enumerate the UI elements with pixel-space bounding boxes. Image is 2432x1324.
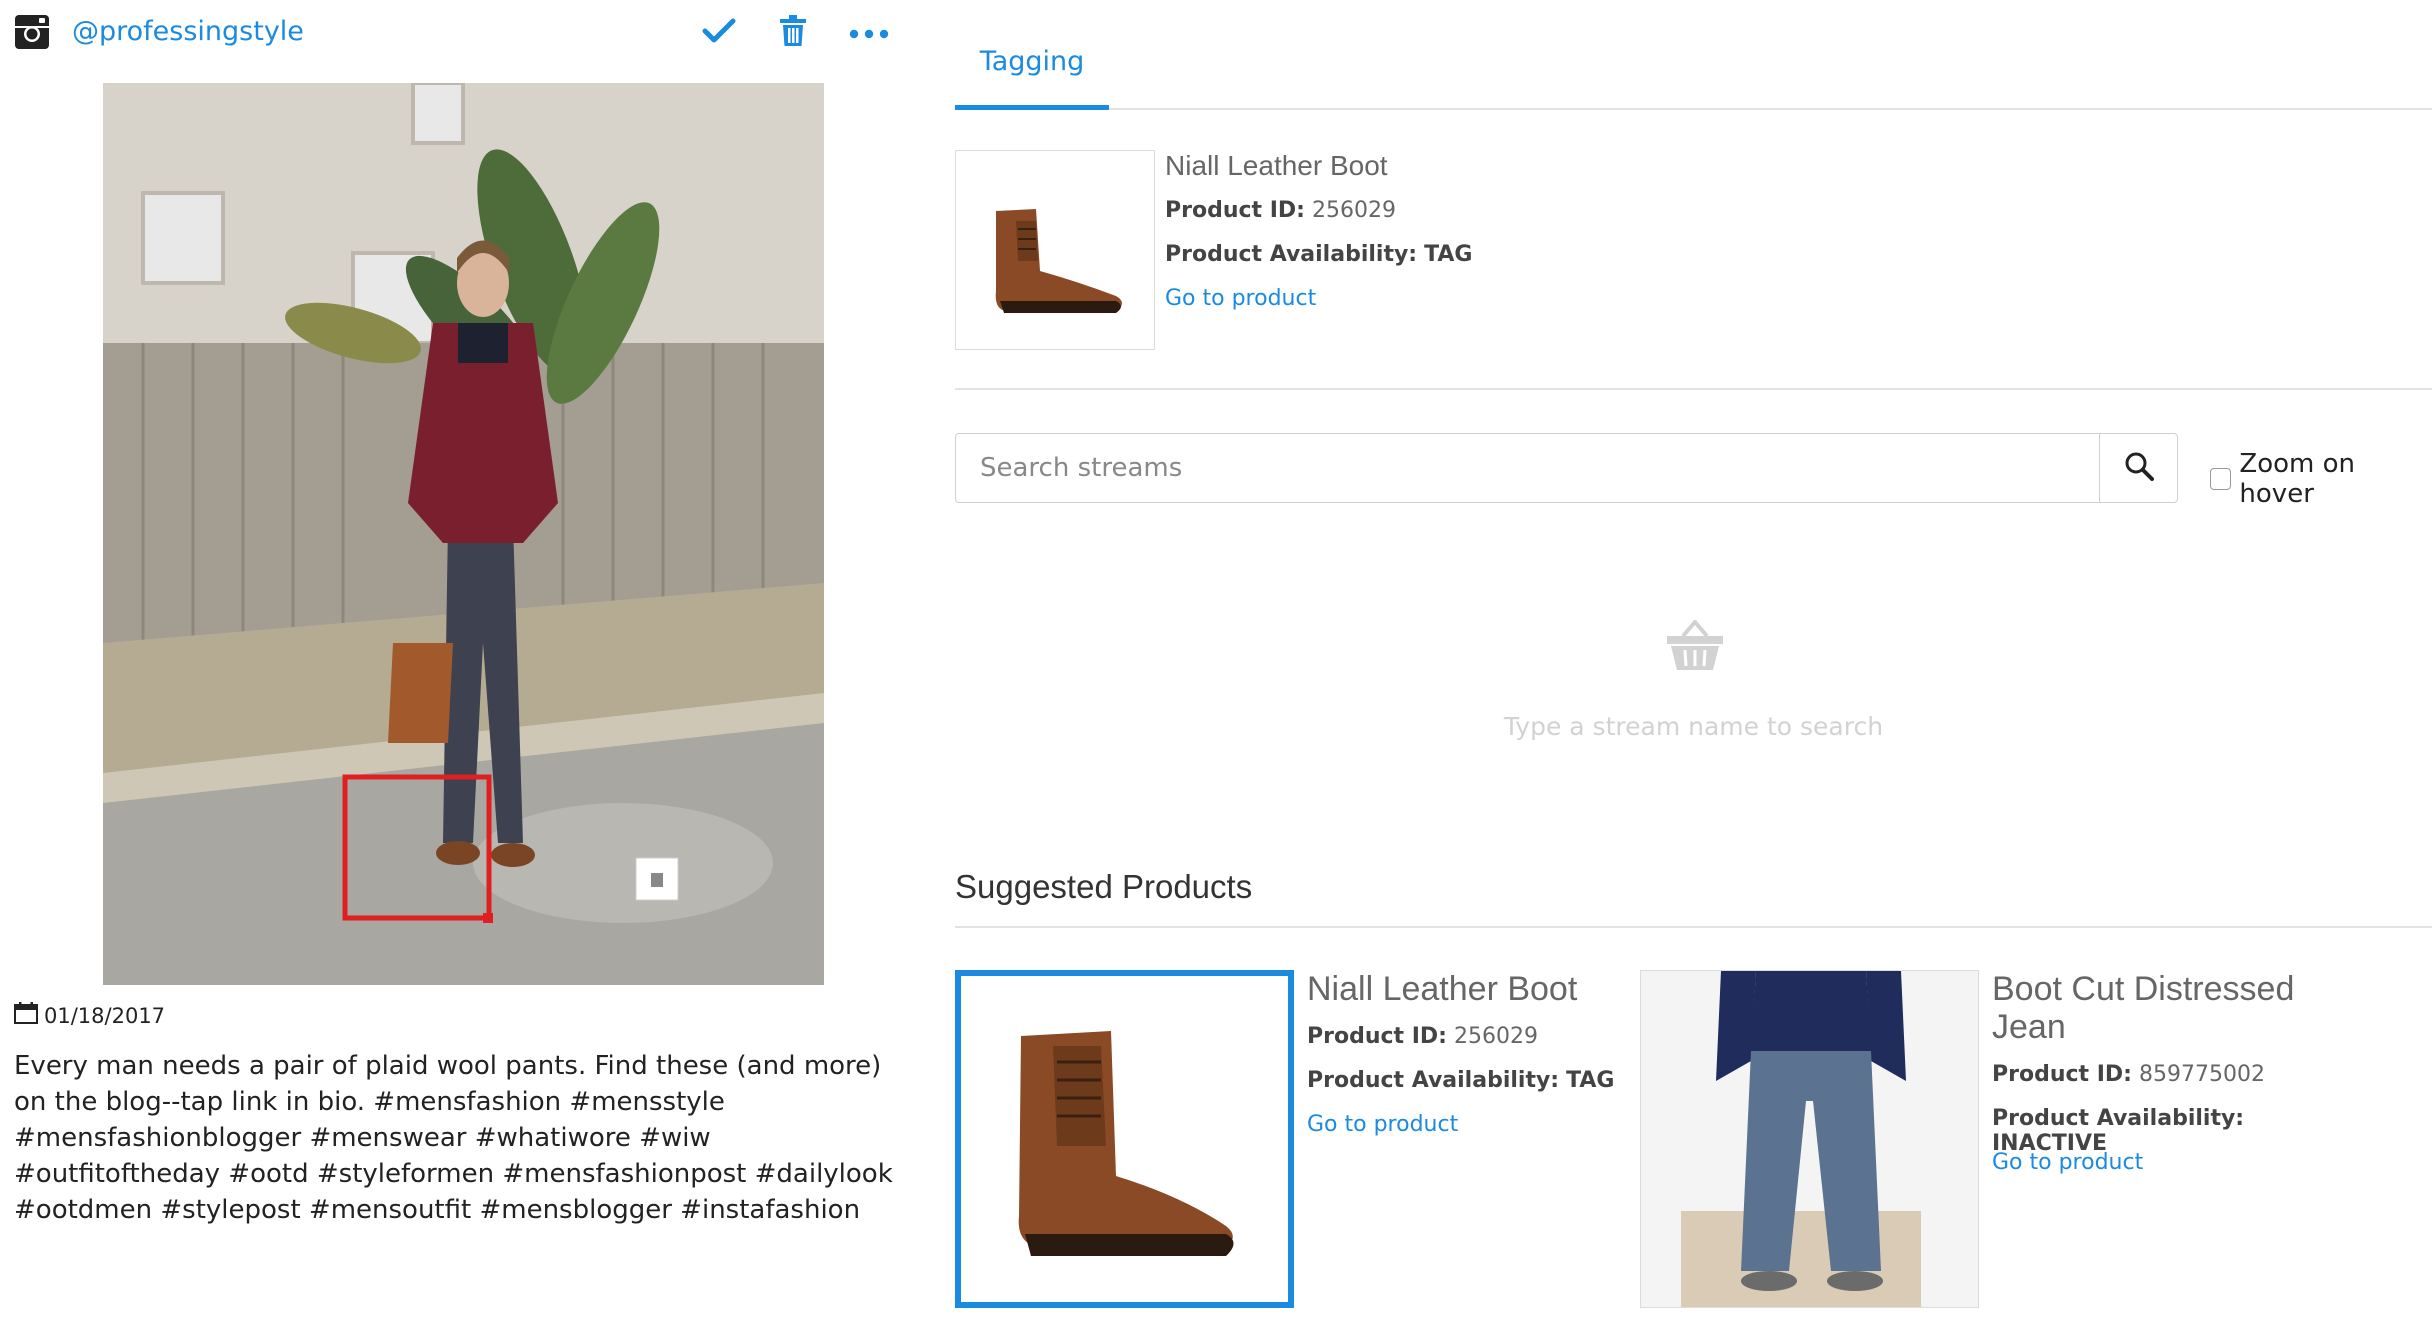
suggested-product-id: Product ID: 859775002: [1992, 1062, 2265, 1087]
search-button[interactable]: [2099, 434, 2177, 502]
product-id-value: 256029: [1453, 1024, 1538, 1049]
account-handle-link[interactable]: @professingstyle: [72, 16, 304, 47]
suggested-product-card[interactable]: Niall Leather Boot Product ID: 256029 Pr…: [955, 970, 1635, 1310]
post-caption: Every man needs a pair of plaid wool pan…: [14, 1051, 893, 1225]
zoom-on-hover-toggle[interactable]: Zoom on hover: [2210, 449, 2432, 509]
check-icon: [702, 17, 736, 49]
availability-value: TAG: [1566, 1068, 1615, 1093]
calendar-icon: [14, 1002, 38, 1029]
suggested-product-image[interactable]: [955, 970, 1294, 1308]
empty-state-message: Type a stream name to search: [1503, 712, 1884, 741]
post-photo[interactable]: [103, 83, 824, 985]
search-box: [955, 433, 2178, 503]
tagged-product-id: Product ID: 256029: [1165, 198, 1396, 223]
stream-search: Zoom on hover: [955, 433, 2432, 509]
availability-label: Product Availability:: [1992, 1106, 2245, 1131]
suggested-product-id: Product ID: 256029: [1307, 1024, 1538, 1049]
post-date: 01/18/2017: [14, 1002, 165, 1029]
availability-value: TAG: [1424, 242, 1473, 267]
tab-bar: Tagging: [955, 0, 2432, 110]
product-id-label: Product ID:: [1992, 1062, 2132, 1087]
post-panel: @professingstyle 01/18/2017 Every man ne…: [0, 0, 930, 1324]
product-id-label: Product ID:: [1307, 1024, 1447, 1049]
suggested-product-availability: Product Availability: INACTIVE: [1992, 1106, 2320, 1156]
product-id-value: 859775002: [2138, 1062, 2265, 1087]
post-header: @professingstyle: [14, 12, 894, 52]
tagged-product: Niall Leather Boot Product ID: 256029 Pr…: [955, 150, 2432, 390]
product-id-label: Product ID:: [1165, 198, 1305, 223]
availability-label: Product Availability:: [1307, 1068, 1560, 1093]
tab-tagging[interactable]: Tagging: [955, 46, 1109, 110]
tagged-product-availability: Product Availability: TAG: [1165, 242, 1473, 267]
product-id-value: 256029: [1311, 198, 1396, 223]
suggested-product-image[interactable]: [1640, 970, 1979, 1308]
suggested-product-name: Niall Leather Boot: [1307, 970, 1578, 1008]
search-streams-input[interactable]: [956, 434, 2099, 502]
search-empty-state: Type a stream name to search: [955, 618, 2432, 750]
zoom-checkbox[interactable]: [2210, 468, 2232, 490]
search-icon: [2124, 451, 2154, 485]
basket-icon: [1665, 618, 1725, 676]
tagged-product-image: [955, 150, 1155, 350]
suggested-go-to-product-link[interactable]: Go to product: [1992, 1150, 2143, 1175]
trash-icon: [779, 15, 807, 51]
post-date-text: 01/18/2017: [44, 1003, 166, 1028]
zoom-label: Zoom on hover: [2239, 449, 2356, 509]
approve-button[interactable]: [698, 12, 740, 54]
tagging-panel: Tagging Niall Leather Boot Product ID: 2…: [955, 0, 2432, 1324]
delete-post-button[interactable]: [772, 12, 814, 54]
more-icon: [849, 24, 889, 43]
tagged-product-name: Niall Leather Boot: [1165, 150, 1388, 181]
suggested-product-availability: Product Availability: TAG: [1307, 1068, 1615, 1093]
suggested-go-to-product-link[interactable]: Go to product: [1307, 1112, 1458, 1137]
more-options-button[interactable]: [848, 12, 890, 54]
suggested-product-card[interactable]: Boot Cut Distressed Jean Product ID: 859…: [1640, 970, 2320, 1310]
suggested-products-title: Suggested Products: [955, 868, 2432, 928]
instagram-icon: [14, 14, 50, 50]
suggested-product-name: Boot Cut Distressed Jean: [1992, 970, 2295, 1046]
tagged-go-to-product-link[interactable]: Go to product: [1165, 286, 1316, 311]
availability-label: Product Availability:: [1165, 242, 1418, 267]
